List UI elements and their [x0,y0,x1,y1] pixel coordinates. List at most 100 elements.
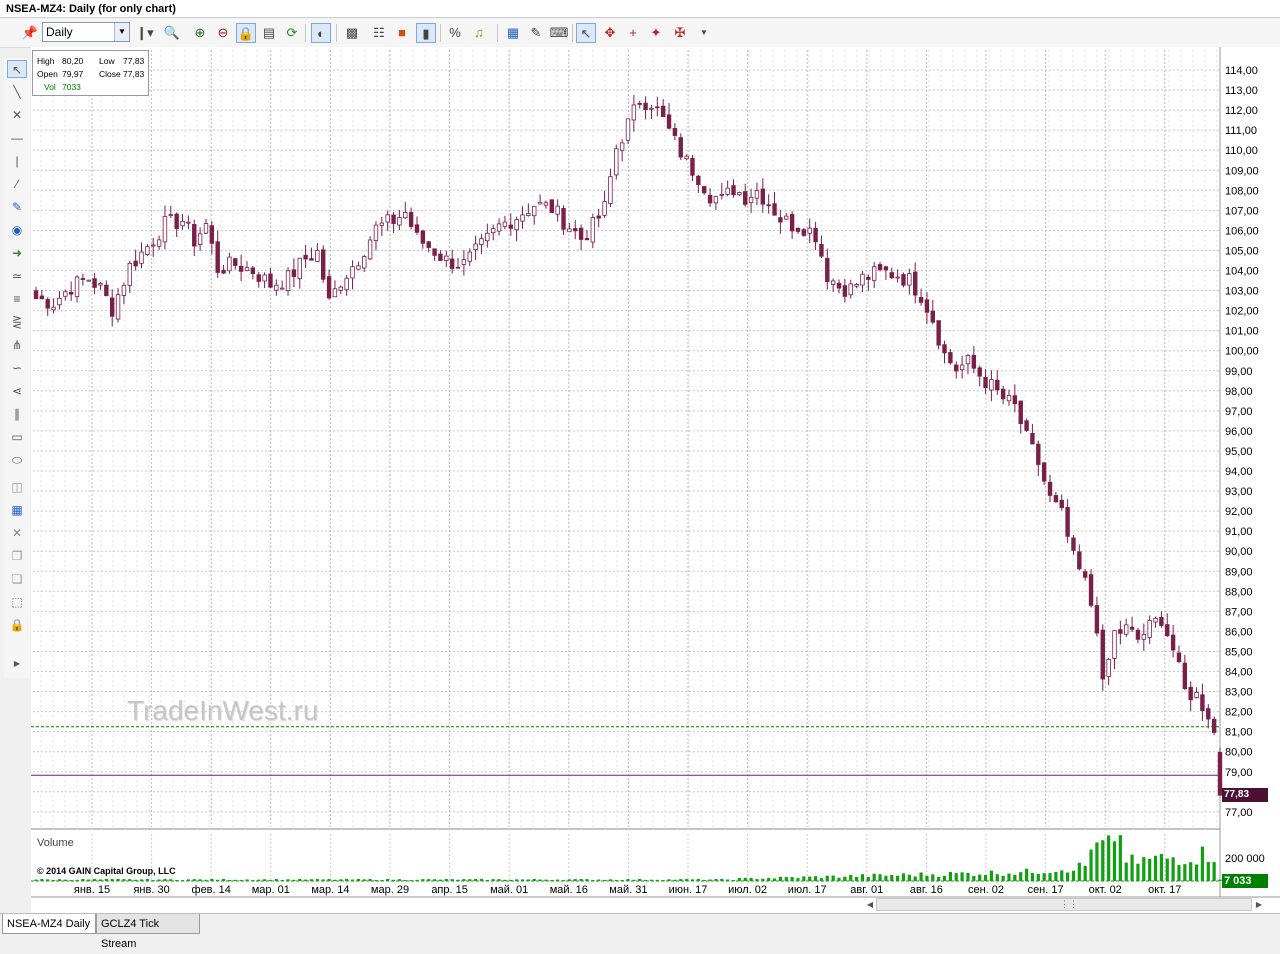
x-tick-label: июл. 17 [788,884,827,896]
volume-bar [1019,872,1023,881]
candle-body [192,224,197,247]
scroll-grip-icon[interactable]: ⋮⋮ [1060,899,1078,910]
candle-body [666,114,672,129]
parallel-icon[interactable]: ∥ [7,405,27,423]
overflow-icon[interactable]: ▼ [694,23,714,43]
copyright-text: © 2014 GAIN Capital Group, LLC [37,866,176,876]
y-tick-label: 114,00 [1225,65,1258,77]
refresh-icon[interactable]: ⟳ [282,23,302,43]
chart-bars-icon[interactable]: ▮ [416,23,436,43]
candle-body [250,267,256,274]
zoom-icon[interactable]: 🔍 [162,23,182,43]
volume-bar [884,875,888,881]
horizontal-scrollbar[interactable]: ⋮⋮ [876,898,1252,911]
compare-icon[interactable]: ◐ [311,23,331,43]
tab-nsea-daily[interactable]: NSEA-MZ4 Daily [2,914,96,934]
candle-body [508,224,513,229]
fan-icon[interactable]: ⋖ [7,382,27,400]
lock-icon[interactable]: 🔒 [7,616,27,634]
arrow-icon[interactable]: ➜ [7,244,27,262]
note-icon[interactable]: ✎ [7,198,27,216]
candle-body [362,256,367,269]
candle-body [760,188,766,205]
fib-icon[interactable]: ≡ [7,290,27,308]
bell-icon[interactable]: ♫ [469,23,489,43]
candle-body [496,223,502,232]
dot-cross-icon[interactable]: ✠ [670,23,690,43]
volume-bar [1101,840,1105,881]
pitchfork-icon[interactable]: ⋔ [7,336,27,354]
color-icon[interactable]: ■ [392,23,412,43]
page-icon[interactable]: ▤ [259,23,279,43]
star-cross-icon[interactable]: ✦ [646,23,666,43]
pen-icon[interactable]: ✎ [526,23,546,43]
cursor-icon[interactable]: ↖ [576,23,596,43]
delete-icon[interactable]: ✕ [7,524,27,542]
open-label: Open [37,69,58,79]
book-icon[interactable]: ▦ [503,23,523,43]
pin-icon[interactable]: 📌 [20,23,40,43]
callout-icon[interactable]: ◉ [7,221,27,239]
candle-body [907,273,912,286]
volume-bar [1159,853,1163,881]
candle-body [520,214,525,222]
period-select[interactable]: Daily ▼ [42,22,130,42]
zoom-out-icon[interactable]: ⊖ [213,23,233,43]
volume-bar [1189,862,1193,881]
copy-icon[interactable]: ❐ [7,547,27,565]
eraser-icon[interactable]: ⌨ [549,23,569,43]
regression-icon[interactable]: ∽ [7,359,27,377]
volume-bar [843,876,847,881]
channel-icon[interactable]: ✕ [7,106,27,124]
layer-icon[interactable]: ◫ [7,478,27,496]
bar-type-icon[interactable]: ❙▾ [135,23,155,43]
arc-icon[interactable]: ≃ [7,267,27,285]
vline-icon[interactable]: | [7,152,27,170]
candle-body [1135,629,1141,640]
candle-body [145,246,150,255]
volume-bar [808,876,812,881]
y-tick-label: 79,00 [1225,767,1253,779]
ellipse-icon[interactable]: ⬭ [7,451,27,469]
rectangle-icon[interactable]: ▭ [7,428,27,446]
cursor-icon[interactable]: ↖ [7,60,27,78]
y-tick-label: 113,00 [1225,85,1258,97]
volume-bar [1054,872,1058,881]
candle-body [590,217,596,243]
candle-body [1018,400,1023,425]
indicator-icon[interactable]: ▩ [342,23,362,43]
candle-body [784,215,789,220]
ray-icon[interactable]: ∕ [7,175,27,193]
hline-icon[interactable]: — [7,129,27,147]
y-tick-label: 98,00 [1225,386,1253,398]
zoom-in-icon[interactable]: ⊕ [190,23,210,43]
candle-body [274,284,279,291]
tab-gclz4-tick[interactable]: GCLZ4 Tick Stream [96,914,200,950]
chevron-down-icon[interactable]: ▼ [114,23,129,41]
price-chart[interactable]: 114,00 113,00 112,00 111,00 110,00 109,00 108,… [31,47,1280,913]
tree-icon[interactable]: ☷ [369,23,389,43]
chart-area[interactable]: 114,00 113,00 112,00 111,00 110,00 109,00 108,… [31,47,1280,913]
gann-icon[interactable]: ⋛ [7,313,27,331]
candle-body [883,266,889,271]
candle-body [479,238,484,245]
candle-body [848,283,853,296]
percent-icon[interactable]: % [445,23,465,43]
crosshair-icon[interactable]: ✥ [600,23,620,43]
expand-icon[interactable]: ▶ [7,655,27,673]
volume-bar [854,876,859,881]
open-value: 79,97 [62,69,84,79]
candle-body [203,223,209,234]
lock-icon[interactable]: 🔒 [236,23,256,43]
select-icon[interactable]: ⬚ [7,593,27,611]
x-tick-label: июл. 02 [728,884,767,896]
properties-icon[interactable]: ▦ [7,501,27,519]
candle-body [309,258,314,261]
scroll-left-icon[interactable]: ◀ [864,898,876,911]
paste-icon[interactable]: ❑ [7,570,27,588]
trend-line-icon[interactable]: ╲ [7,83,27,101]
scroll-right-icon[interactable]: ▶ [1253,898,1265,911]
cross-icon[interactable]: + [623,23,643,43]
volume-bar [937,876,941,881]
candle-body [866,276,871,280]
